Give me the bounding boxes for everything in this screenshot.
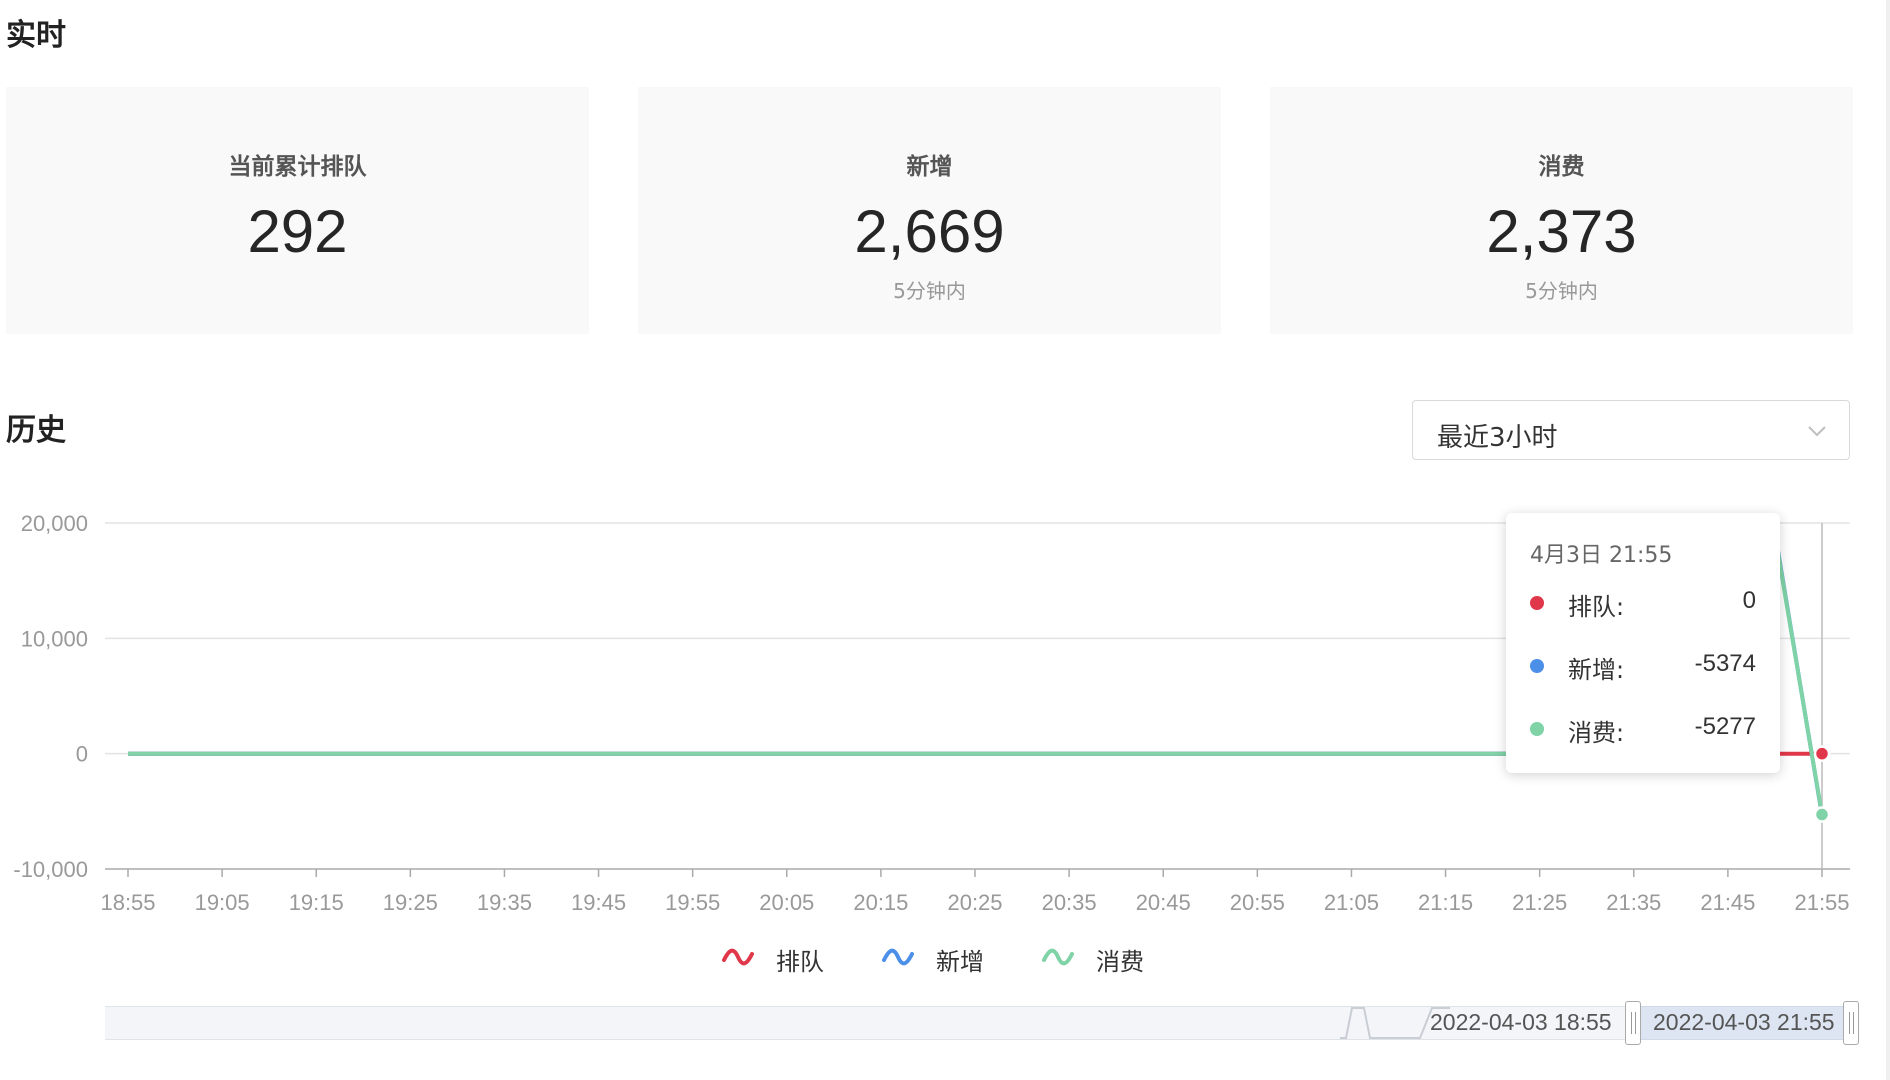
y-tick-label: 0 (76, 742, 88, 767)
x-tick-label: 20:25 (947, 890, 1002, 915)
x-tick-label: 20:15 (853, 890, 908, 915)
added-wave-icon (882, 948, 914, 966)
x-tick-label: 21:25 (1512, 890, 1567, 915)
tooltip-series-value: -5374 (1694, 650, 1756, 677)
x-tick-label: 21:55 (1794, 890, 1849, 915)
consumed-dot-icon (1530, 722, 1544, 736)
slider-start-label: 2022-04-03 18:55 (1430, 1009, 1612, 1035)
x-tick-label: 20:55 (1230, 890, 1285, 915)
x-tick-label: 21:05 (1324, 890, 1379, 915)
tooltip-series-name: 排队: (1568, 593, 1625, 621)
slider-end-label: 2022-04-03 21:55 (1653, 1009, 1835, 1035)
slider-end-handle[interactable] (1843, 1001, 1859, 1045)
consumed-wave-icon (1042, 948, 1074, 966)
x-tick-label: 19:55 (665, 890, 720, 915)
tooltip-series-value: 0 (1742, 587, 1756, 614)
page-scrollbar[interactable] (1886, 0, 1890, 1080)
tooltip-title: 4月3日 21:55 (1530, 543, 1673, 568)
slider-start-handle[interactable] (1625, 1001, 1641, 1045)
x-tick-label: 19:15 (289, 890, 344, 915)
y-tick-label: -10,000 (13, 857, 88, 882)
queue-dot-icon (1530, 596, 1544, 610)
consumed-hover-point (1813, 806, 1831, 823)
tooltip-series-value: -5277 (1694, 713, 1756, 740)
queue-hover-point (1813, 745, 1831, 762)
x-tick-label: 19:35 (477, 890, 532, 915)
x-tick-label: 19:05 (195, 890, 250, 915)
x-tick-label: 21:45 (1700, 890, 1755, 915)
x-tick-label: 20:35 (1042, 890, 1097, 915)
x-tick-label: 21:35 (1606, 890, 1661, 915)
added-dot-icon (1530, 659, 1544, 673)
y-tick-label: 20,000 (21, 511, 88, 536)
legend-label: 排队 (776, 948, 824, 976)
tooltip-row-consumed: 消费: -5277 (1530, 713, 1756, 747)
queue-wave-icon (722, 948, 754, 966)
x-tick-label: 19:45 (571, 890, 626, 915)
tooltip-series-name: 消费: (1568, 719, 1625, 747)
tooltip-series-name: 新增: (1568, 656, 1625, 684)
tooltip-row-queue: 排队: 0 (1530, 587, 1756, 621)
x-tick-label: 20:45 (1136, 890, 1191, 915)
x-tick-label: 20:05 (759, 890, 814, 915)
legend-label: 消费 (1096, 948, 1144, 976)
chart-tooltip: 4月3日 21:55 排队: 0 新增: -5374 消费: -5277 (1506, 513, 1780, 773)
y-tick-label: 10,000 (21, 626, 88, 651)
x-tick-label: 18:55 (100, 890, 155, 915)
x-tick-label: 21:15 (1418, 890, 1473, 915)
legend-label: 新增 (936, 948, 984, 976)
tooltip-row-added: 新增: -5374 (1530, 650, 1756, 684)
x-tick-label: 19:25 (383, 890, 438, 915)
